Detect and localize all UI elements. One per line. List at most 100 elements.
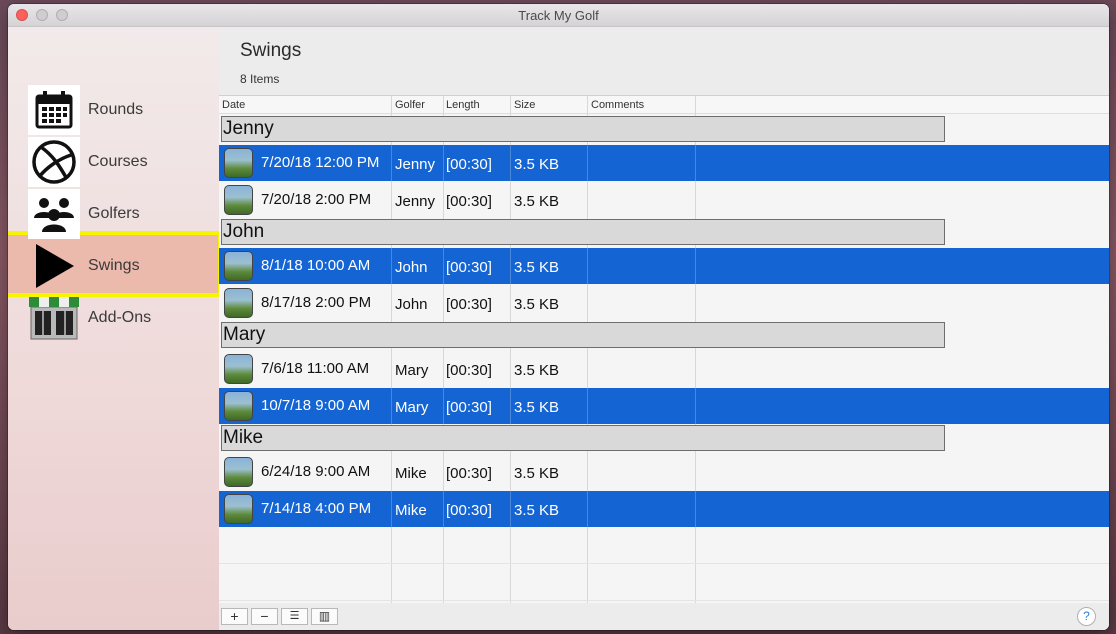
main-panel: Swings 8 Items Date Golfer Length Size C… [219,27,1109,630]
sidebar-item-add-ons[interactable]: Add-Ons [28,293,218,343]
column-header-length[interactable]: Length [446,99,480,111]
cell-divider [587,491,588,527]
cell-golfer: John [395,259,428,276]
cell-golfer: Mary [395,399,429,416]
swings-table[interactable]: Date Golfer Length Size Comments Jenny 7/… [219,95,1109,603]
window-title: Track My Golf [518,8,599,23]
column-header-comments[interactable]: Comments [591,99,644,111]
cell-divider [443,285,444,321]
cell-divider [510,454,511,490]
table-row[interactable]: 7/6/18 11:00 AM Mary [00:30] 3.5 KB [219,351,1109,387]
column-header-date[interactable]: Date [222,99,245,111]
cell-date: 6/24/18 9:00 AM [261,463,371,480]
cell-size: 3.5 KB [514,156,560,173]
table-row[interactable]: 10/7/18 9:00 AM Mary [00:30] 3.5 KB [219,388,1109,424]
cell-date: 8/1/18 10:00 AM [261,257,371,274]
swing-thumbnail [224,288,253,318]
cell-date: 7/20/18 12:00 PM [261,154,380,171]
list-view-button[interactable]: ☰ [281,608,308,625]
cell-divider [587,248,588,284]
cell-golfer: Jenny [395,193,436,210]
app-window: Track My Golf Rounds Courses Golfers Swi… [8,4,1109,630]
swing-thumbnail [224,185,253,215]
cell-length: [00:30] [446,362,492,379]
cell-length: [00:30] [446,399,492,416]
cell-divider [391,388,392,424]
cell-length: [00:30] [446,465,492,482]
table-row[interactable]: 6/24/18 9:00 AM Mike [00:30] 3.5 KB [219,454,1109,490]
cell-divider [510,182,511,218]
sidebar-item-label: Swings [88,257,140,274]
cell-divider [695,145,696,181]
column-header-golfer[interactable]: Golfer [395,99,425,111]
swing-thumbnail [224,354,253,384]
group-header: Mike [221,425,945,451]
sidebar-item-courses[interactable]: Courses [28,137,218,187]
cell-divider [695,182,696,218]
columns-view-button[interactable]: ▥ [311,608,338,625]
help-button[interactable]: ? [1077,607,1096,626]
item-count: 8 Items [240,72,280,86]
sidebar-item-label: Rounds [88,101,144,118]
cell-divider [587,285,588,321]
cell-divider [510,248,511,284]
cell-size: 3.5 KB [514,399,560,416]
cell-length: [00:30] [446,259,492,276]
empty-row [219,528,1109,564]
storefront-icon [28,293,80,343]
cell-divider [587,454,588,490]
cell-golfer: John [395,296,428,313]
cell-length: [00:30] [446,193,492,210]
table-row[interactable]: 8/17/18 2:00 PM John [00:30] 3.5 KB [219,285,1109,321]
cell-divider [443,145,444,181]
cell-divider [391,248,392,284]
cell-divider [443,351,444,387]
close-window-button[interactable] [16,9,28,21]
minimize-window-button[interactable] [36,9,48,21]
cell-length: [00:30] [446,156,492,173]
cell-divider [695,351,696,387]
add-button[interactable]: + [221,608,248,625]
swing-thumbnail [224,457,253,487]
group-header: Mary [221,322,945,348]
empty-row [219,565,1109,601]
cell-date: 7/6/18 11:00 AM [261,360,370,377]
table-row[interactable]: 7/20/18 12:00 PM Jenny [00:30] 3.5 KB [219,145,1109,181]
cell-divider [443,182,444,218]
cell-divider [443,388,444,424]
cell-divider [587,145,588,181]
table-row[interactable]: 7/20/18 2:00 PM Jenny [00:30] 3.5 KB [219,182,1109,218]
calendar-icon [28,85,80,135]
cell-divider [587,182,588,218]
cell-golfer: Jenny [395,156,436,173]
cell-divider [391,182,392,218]
sidebar-item-swings[interactable]: Swings [28,241,218,291]
zoom-window-button[interactable] [56,9,68,21]
cell-divider [695,491,696,527]
column-header-size[interactable]: Size [514,99,535,111]
swing-thumbnail [224,494,253,524]
cell-divider [695,285,696,321]
cell-golfer: Mary [395,362,429,379]
cell-date: 8/17/18 2:00 PM [261,294,372,311]
cell-golfer: Mike [395,465,427,482]
sidebar-item-golfers[interactable]: Golfers [28,189,218,239]
cell-size: 3.5 KB [514,465,560,482]
table-row[interactable]: 8/1/18 10:00 AM John [00:30] 3.5 KB [219,248,1109,284]
group-header: Jenny [221,116,945,142]
cell-size: 3.5 KB [514,259,560,276]
table-row[interactable]: 7/14/18 4:00 PM Mike [00:30] 3.5 KB [219,491,1109,527]
cell-divider [443,248,444,284]
cell-divider [695,388,696,424]
cell-divider [391,145,392,181]
cell-divider [587,388,588,424]
sidebar: Rounds Courses Golfers Swings Add-Ons [8,27,222,630]
sidebar-item-label: Golfers [88,205,140,222]
bottom-toolbar: + − ☰ ▥ ? [219,603,1109,630]
cell-date: 10/7/18 9:00 AM [261,397,371,414]
cell-length: [00:30] [446,296,492,313]
cell-divider [587,351,588,387]
remove-button[interactable]: − [251,608,278,625]
sidebar-item-rounds[interactable]: Rounds [28,85,218,135]
group-header: John [221,219,945,245]
